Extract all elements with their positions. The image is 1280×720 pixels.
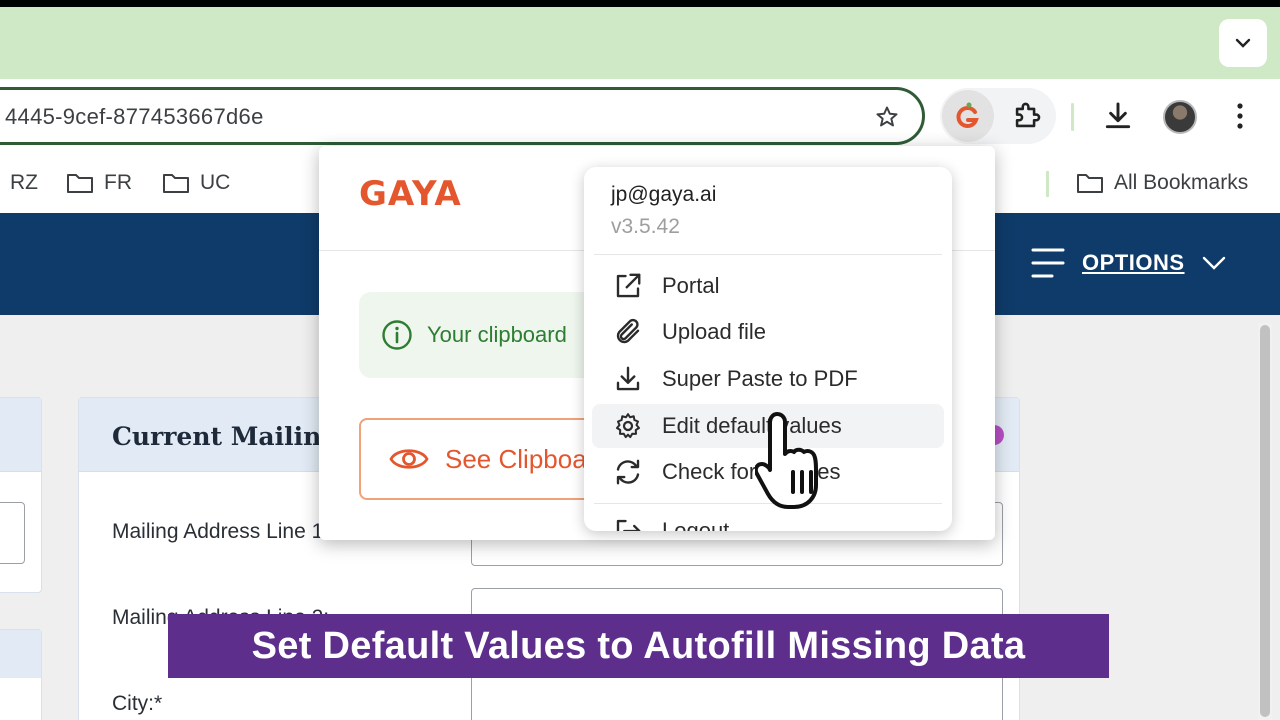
- external-link-icon: [612, 270, 644, 302]
- url-text[interactable]: 4445-9cef-877453667d6e: [5, 104, 264, 130]
- side-card-input[interactable]: [0, 502, 25, 564]
- extensions-puzzle-icon[interactable]: [1010, 99, 1044, 138]
- bookmark-star-icon[interactable]: [874, 104, 900, 135]
- menu-item-upload-file[interactable]: Upload file: [592, 310, 944, 354]
- address-bar[interactable]: 4445-9cef-877453667d6e: [0, 87, 925, 145]
- folder-icon: [163, 174, 189, 193]
- side-card-lower: [0, 629, 42, 720]
- screen: 4445-9cef-877453667d6e RZ FR UC All Book…: [0, 0, 1280, 720]
- folder-icon: [1077, 174, 1103, 193]
- toolbar-divider: [1071, 103, 1074, 131]
- menu-item-super-paste[interactable]: Super Paste to PDF: [592, 357, 944, 401]
- paperclip-icon: [612, 316, 644, 348]
- tab-search-button[interactable]: [1219, 19, 1267, 67]
- downloads-icon[interactable]: [1102, 99, 1134, 138]
- browser-menu-icon[interactable]: [1230, 99, 1250, 138]
- browser-toolbar: 4445-9cef-877453667d6e: [0, 79, 1280, 155]
- account-email: jp@gaya.ai: [611, 183, 717, 206]
- menu-item-label: Logout: [662, 518, 730, 531]
- menu-item-label: Portal: [662, 273, 720, 298]
- gaya-extension-icon: [956, 102, 979, 128]
- caption-text: Set Default Values to Autofill Missing D…: [251, 624, 1026, 667]
- side-card: [0, 397, 42, 593]
- bookmark-fr[interactable]: FR: [66, 171, 132, 195]
- hamburger-icon: [1031, 248, 1065, 278]
- tab-strip: [0, 7, 1280, 79]
- bookmark-rz[interactable]: RZ: [10, 171, 38, 195]
- clipboard-notice-text: Your clipboard: [427, 322, 567, 347]
- chevron-down-icon: [1235, 38, 1251, 48]
- bookmark-label: UC: [200, 171, 231, 194]
- city-input[interactable]: [471, 674, 1003, 720]
- video-caption: Set Default Values to Autofill Missing D…: [168, 614, 1109, 678]
- options-label: OPTIONS: [1082, 250, 1185, 275]
- bookmark-uc[interactable]: UC: [162, 171, 230, 195]
- app-version: v3.5.42: [611, 215, 680, 238]
- eye-icon: [389, 449, 429, 469]
- options-menu-button[interactable]: OPTIONS: [1030, 246, 1227, 280]
- menu-item-portal[interactable]: Portal: [592, 264, 944, 308]
- card-title: Current Mailing: [112, 422, 339, 451]
- download-icon: [612, 363, 644, 395]
- profile-avatar[interactable]: [1163, 100, 1197, 134]
- top-edge: [0, 0, 1280, 7]
- bookmarks-divider: [1046, 171, 1049, 197]
- field-label-address-line-1: Mailing Address Line 1:: [112, 520, 330, 543]
- menu-divider: [594, 254, 942, 255]
- gaya-logo: GAYA: [359, 174, 462, 214]
- logout-icon: [612, 515, 644, 531]
- hand-pointer-cursor-icon: [753, 408, 825, 517]
- field-label-city: City:*: [112, 692, 163, 715]
- gaya-extension-button[interactable]: [942, 90, 994, 142]
- gear-icon: [612, 410, 644, 442]
- refresh-icon: [612, 456, 644, 488]
- side-card-header: [0, 398, 41, 472]
- bookmark-label: RZ: [10, 171, 38, 194]
- side-card-lower-header: [0, 630, 41, 678]
- bookmark-label: FR: [104, 171, 132, 194]
- info-icon: [382, 320, 412, 350]
- folder-icon: [67, 174, 93, 193]
- chevron-down-icon: [1202, 256, 1225, 270]
- menu-item-label: Super Paste to PDF: [662, 366, 858, 391]
- scrollbar-thumb[interactable]: [1260, 325, 1270, 717]
- see-clipboard-label: See Clipboa: [445, 443, 587, 474]
- all-bookmarks[interactable]: All Bookmarks: [1076, 171, 1248, 195]
- page-scrollbar[interactable]: [1258, 323, 1272, 720]
- menu-item-label: Upload file: [662, 319, 766, 344]
- all-bookmarks-label: All Bookmarks: [1114, 171, 1249, 194]
